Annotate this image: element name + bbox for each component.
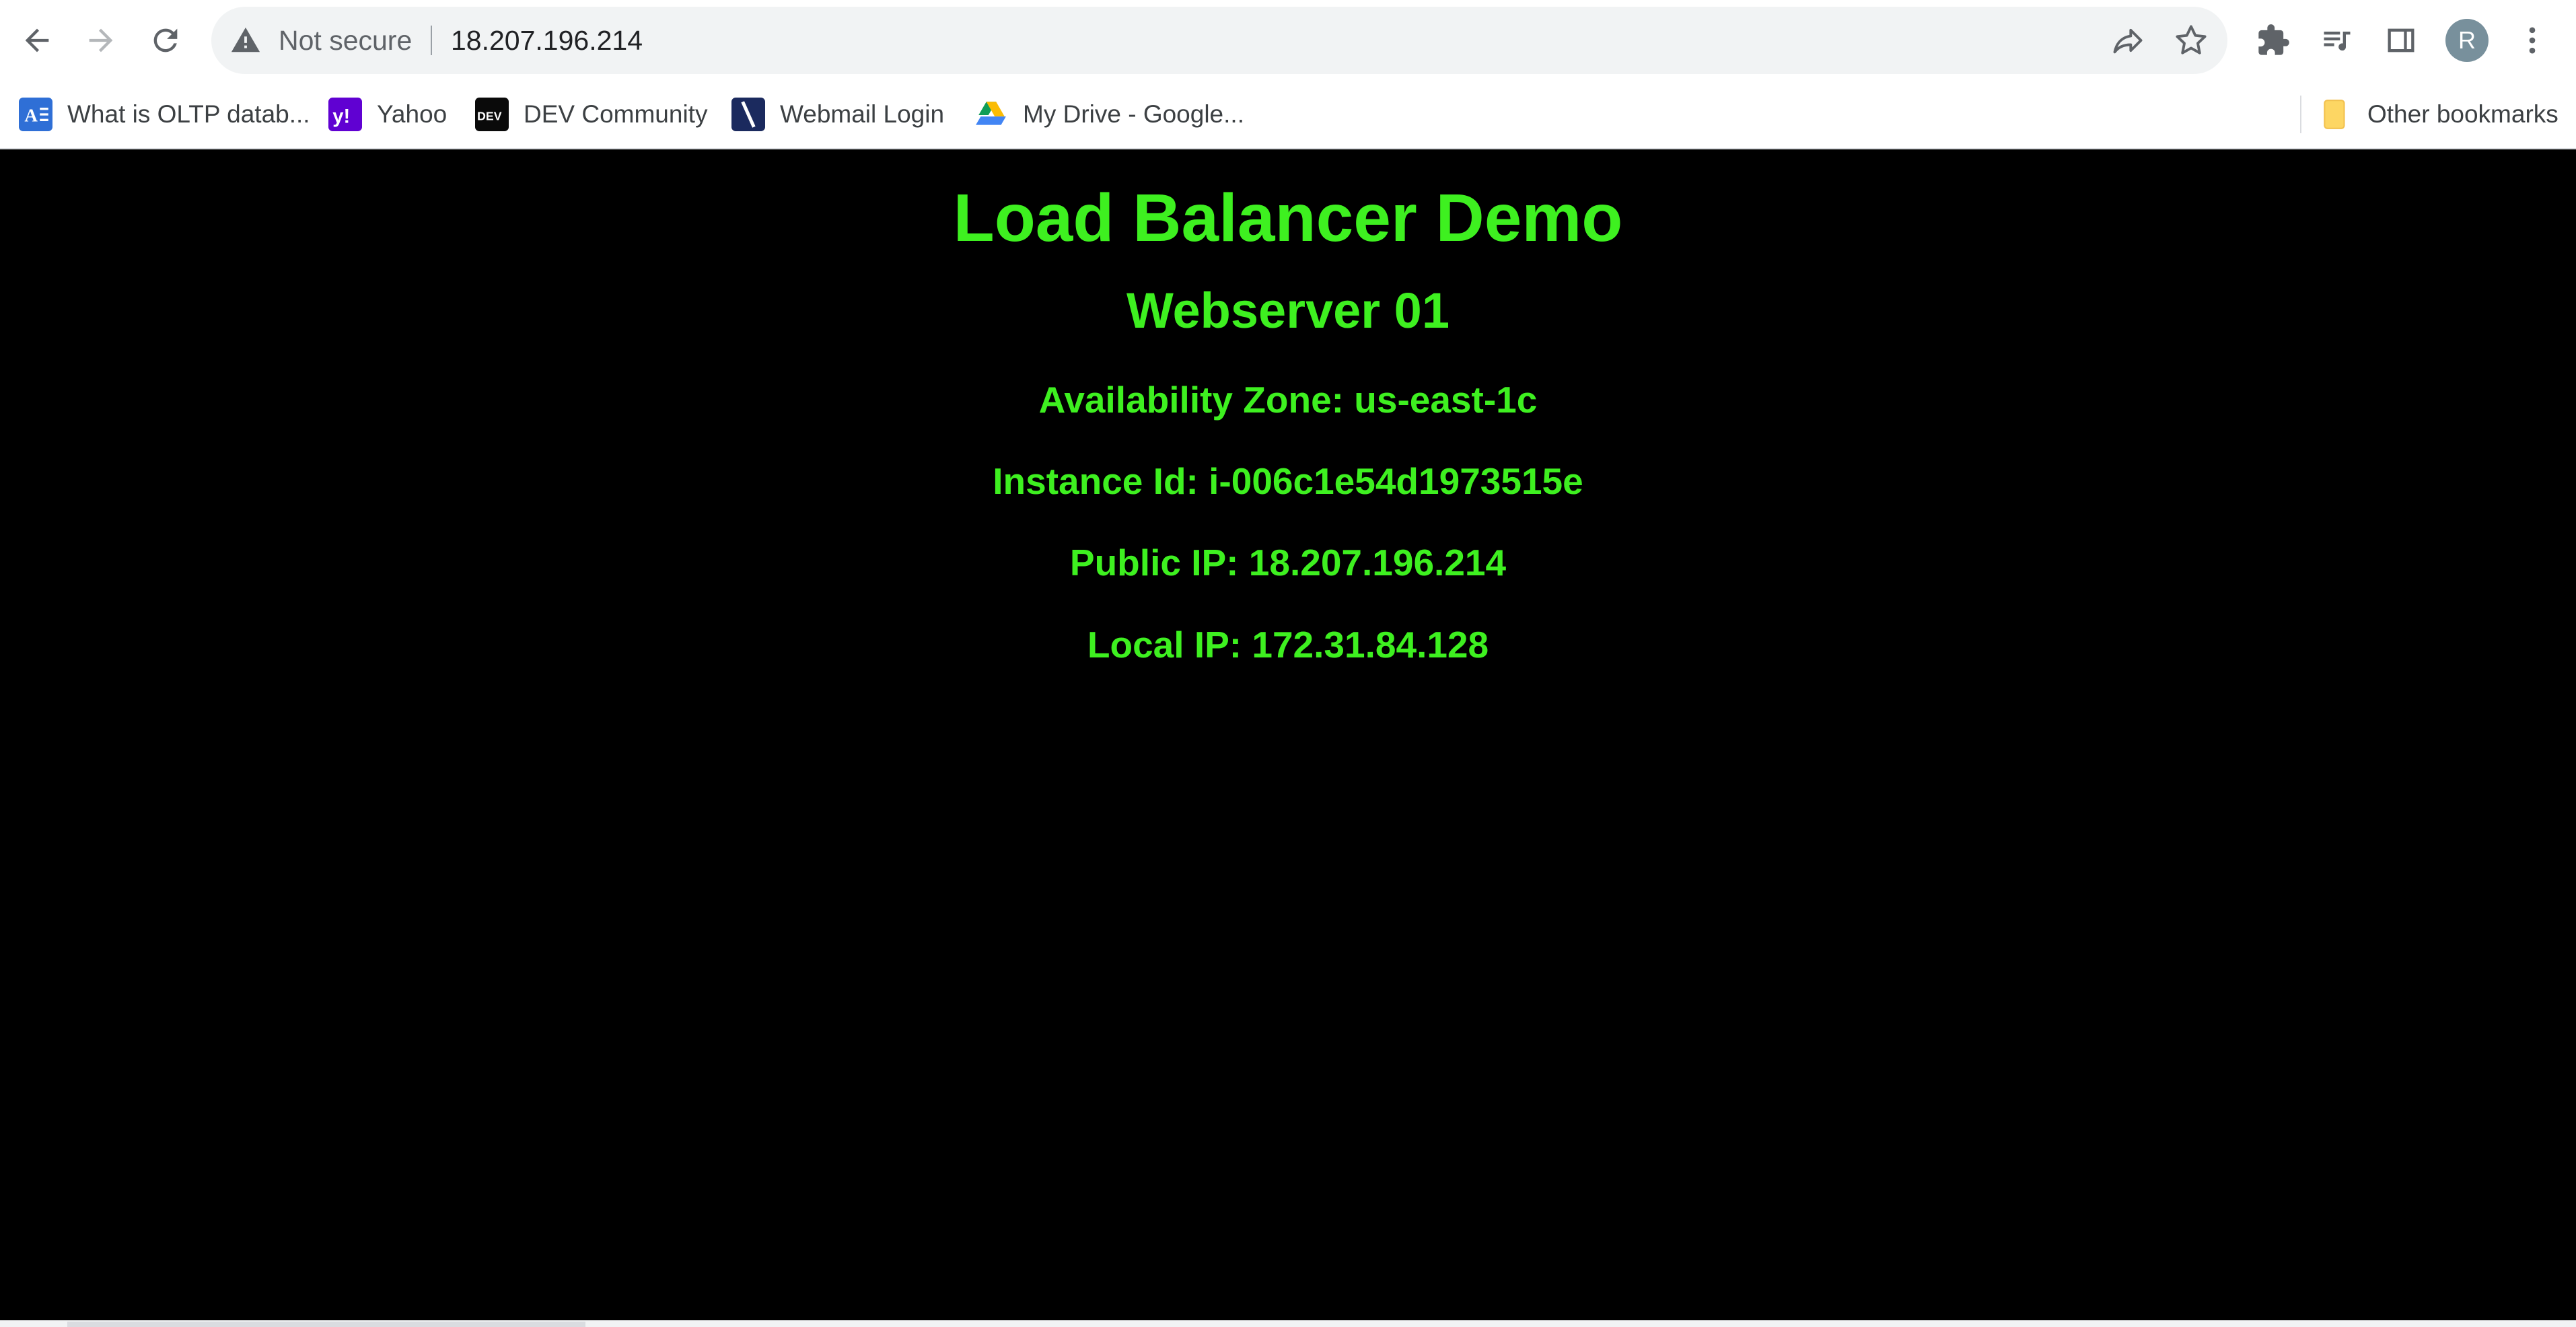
google-drive-favicon-icon (976, 102, 1006, 125)
queue-music-icon (2324, 32, 2351, 51)
address-bar[interactable]: Not secure 18.207.196.214 (211, 7, 2227, 74)
media-controls-button[interactable] (2317, 20, 2357, 61)
folder-icon (2324, 100, 2345, 129)
scrollbar-thumb[interactable] (67, 1322, 585, 1327)
bookmark-label: What is OLTP datab... (67, 100, 310, 128)
other-bookmarks-folder[interactable]: Other bookmarks (2319, 93, 2559, 136)
reload-icon (153, 28, 178, 52)
svg-text:A: A (24, 105, 38, 125)
bookmark-webmail-login[interactable]: Webmail Login (731, 93, 944, 136)
bookmark-label: DEV Community (524, 100, 708, 128)
profile-avatar[interactable]: R (2445, 19, 2489, 62)
oltp-favicon-icon: A (19, 98, 52, 131)
svg-text:y!: y! (332, 106, 350, 128)
local-ip-text: Local IP: 172.31.84.128 (1087, 624, 1489, 666)
server-name: Webserver 01 (1126, 283, 1450, 338)
page-content: Load Balancer Demo Webserver 01 Availabi… (0, 149, 2576, 1320)
bookmark-oltp[interactable]: A What is OLTP datab... (19, 93, 310, 136)
reload-button[interactable] (142, 17, 189, 64)
extensions-button[interactable] (2253, 20, 2293, 61)
yahoo-favicon-icon: y! (328, 98, 362, 131)
bookmark-label: Yahoo (377, 100, 448, 128)
svg-text:DEV: DEV (477, 109, 502, 122)
bookmark-label: My Drive - Google... (1023, 100, 1244, 128)
bookmark-star-icon[interactable] (2174, 23, 2209, 58)
browser-menu-button[interactable] (2512, 20, 2552, 61)
bookmark-dev-community[interactable]: DEV DEV Community (475, 93, 707, 136)
public-ip-text: Public IP: 18.207.196.214 (1069, 542, 1507, 583)
back-arrow-icon (25, 28, 49, 52)
forward-arrow-icon (89, 28, 113, 52)
more-vert-icon (2529, 27, 2536, 54)
address-bar-separator (431, 26, 432, 55)
webmail-favicon-icon (731, 98, 765, 131)
forward-button[interactable] (77, 17, 124, 64)
share-icon[interactable] (2110, 23, 2145, 58)
bookmark-google-drive[interactable]: My Drive - Google... (974, 93, 1244, 136)
back-button[interactable] (13, 17, 61, 64)
other-bookmarks-label: Other bookmarks (2367, 100, 2559, 128)
page-title: Load Balancer Demo (953, 180, 1623, 256)
side-panel-button[interactable] (2381, 20, 2421, 61)
puzzle-piece-icon (2258, 24, 2289, 55)
bookmarks-divider (2300, 96, 2301, 133)
dev-favicon-icon: DEV (475, 98, 509, 131)
instance-id-text: Instance Id: i-006c1e54d1973515e (993, 460, 1583, 502)
bookmark-label: Webmail Login (780, 100, 945, 128)
availability-zone-text: Availability Zone: us-east-1c (1038, 379, 1538, 421)
warning-icon[interactable] (230, 25, 261, 56)
side-panel-icon (2388, 28, 2414, 52)
security-status-label[interactable]: Not secure (279, 7, 412, 74)
bookmark-yahoo[interactable]: y! Yahoo (328, 93, 447, 136)
browser-toolbar: Not secure 18.207.196.214 R (0, 0, 2576, 81)
bookmarks-bar: A What is OLTP datab... y! Yahoo DEV DEV… (0, 81, 2576, 149)
url-text[interactable]: 18.207.196.214 (451, 7, 643, 74)
